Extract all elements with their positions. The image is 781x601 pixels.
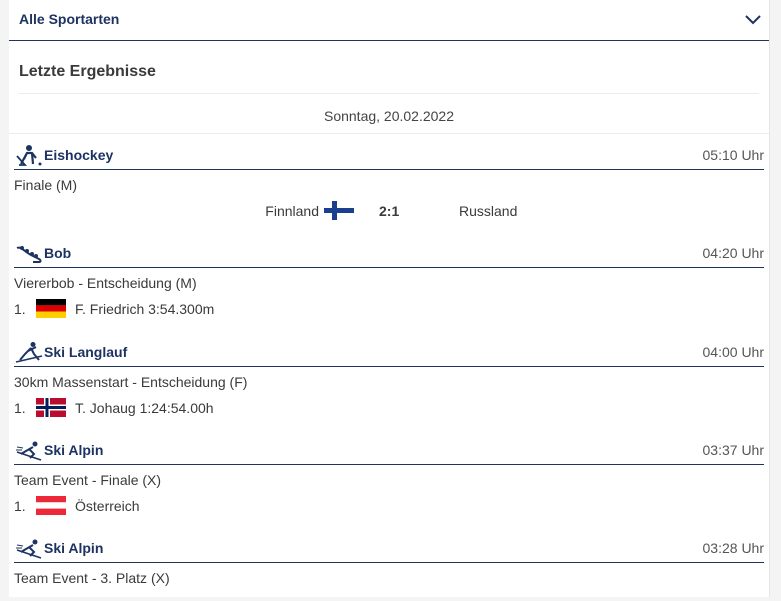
- divider: [14, 464, 764, 465]
- result-row: 1. T. Johaug 1:24:54.00h: [14, 397, 754, 419]
- alpine-ski-icon: [16, 441, 42, 461]
- chevron-down-icon[interactable]: [744, 12, 762, 26]
- sport-time: 03:28 Uhr: [702, 540, 764, 556]
- section-title: Letzte Ergebnisse: [19, 63, 156, 80]
- event-name: 30km Massenstart - Entscheidung (F): [14, 374, 248, 390]
- cross-country-ski-icon: [15, 342, 43, 363]
- athlete-result: Österreich: [75, 498, 140, 514]
- sport-header-ski-alpin[interactable]: Ski Alpin 03:28 Uhr: [14, 533, 764, 563]
- divider: [19, 93, 759, 94]
- home-team: Finnland: [265, 203, 319, 219]
- ice-hockey-icon: [16, 145, 42, 166]
- divider: [14, 366, 764, 367]
- sport-name: Ski Langlauf: [44, 344, 128, 360]
- germany-flag-icon: [36, 299, 66, 318]
- norway-flag-icon: [36, 398, 66, 417]
- athlete-result: F. Friedrich 3:54.300m: [75, 301, 215, 317]
- alpine-ski-icon: [16, 539, 42, 559]
- sport-filter-dropdown[interactable]: Alle Sportarten: [9, 0, 769, 41]
- sport-header-eishockey[interactable]: Eishockey 05:10 Uhr: [14, 140, 764, 170]
- sport-time: 03:37 Uhr: [702, 442, 764, 458]
- sport-time: 04:20 Uhr: [702, 245, 764, 261]
- sport-time: 04:00 Uhr: [702, 344, 764, 360]
- sport-name: Ski Alpin: [44, 442, 104, 458]
- date-label: Sonntag, 20.02.2022: [323, 108, 454, 124]
- divider: [14, 267, 764, 268]
- match-score: 2:1: [379, 203, 400, 219]
- rank: 1.: [14, 400, 26, 416]
- divider: [14, 169, 764, 170]
- away-team: Russland: [459, 203, 518, 219]
- event-name: Viererbob - Entscheidung (M): [14, 275, 197, 291]
- sport-header-bob[interactable]: Bob 04:20 Uhr: [14, 238, 764, 268]
- austria-flag-icon: [36, 496, 66, 515]
- divider: [14, 562, 764, 563]
- sport-name: Eishockey: [44, 147, 114, 163]
- rank: 1.: [14, 498, 26, 514]
- sport-time: 05:10 Uhr: [702, 147, 764, 163]
- finland-flag-icon: [324, 201, 354, 220]
- athlete-result: T. Johaug 1:24:54.00h: [75, 400, 214, 416]
- results-panel: Alle Sportarten Letzte Ergebnisse Sonnta…: [9, 0, 770, 597]
- sport-header-ski-alpin[interactable]: Ski Alpin 03:37 Uhr: [14, 435, 764, 465]
- bobsleigh-icon: [16, 246, 42, 263]
- sport-header-ski-langlauf[interactable]: Ski Langlauf 04:00 Uhr: [14, 337, 764, 367]
- match-row: Finnland 2:1 Russland: [9, 200, 769, 222]
- sport-filter-label: Alle Sportarten: [19, 11, 120, 27]
- event-name: Finale (M): [14, 177, 78, 193]
- divider: [9, 133, 769, 134]
- rank: 1.: [14, 301, 26, 317]
- event-name: Team Event - Finale (X): [14, 472, 162, 488]
- event-name: Team Event - 3. Platz (X): [14, 570, 170, 586]
- result-row: 1. Österreich: [14, 495, 754, 517]
- sport-name: Ski Alpin: [44, 540, 104, 556]
- result-row: 1. F. Friedrich 3:54.300m: [14, 298, 754, 320]
- sport-name: Bob: [44, 245, 72, 261]
